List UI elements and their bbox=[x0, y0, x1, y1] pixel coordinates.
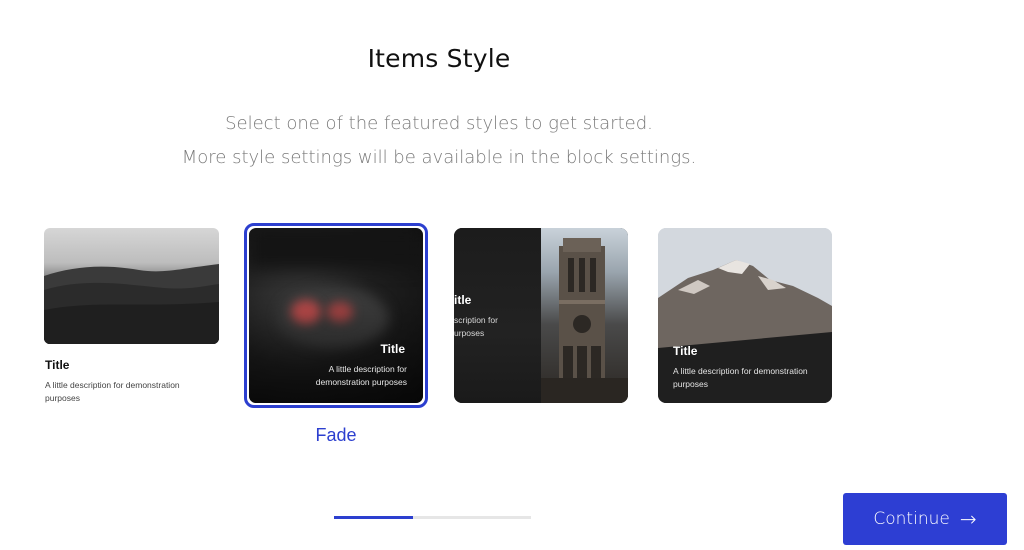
arrow-right-icon: → bbox=[959, 507, 977, 531]
subtitle-line-1: Select one of the featured styles to get… bbox=[225, 113, 653, 134]
card-title: Title bbox=[673, 344, 698, 358]
continue-label: Continue bbox=[873, 509, 950, 529]
card-fade-inner: Title A little description for demonstra… bbox=[249, 228, 423, 403]
continue-button[interactable]: Continue → bbox=[843, 493, 1007, 545]
progress-fill bbox=[334, 516, 413, 519]
card-description: A little description for demonstration p… bbox=[45, 380, 180, 403]
subtitle-line-2: More style settings will be available in… bbox=[181, 147, 697, 168]
card-description: scription for urposes bbox=[454, 315, 498, 338]
card-image-dunes bbox=[44, 228, 219, 344]
card-description: A little description for demonstration p… bbox=[673, 366, 808, 389]
style-card-fade[interactable]: Title A little description for demonstra… bbox=[244, 223, 428, 408]
progress-bar bbox=[334, 516, 531, 519]
card-image-cathedral bbox=[541, 228, 628, 403]
selected-style-label: Fade bbox=[315, 425, 357, 445]
card-title: Title bbox=[380, 342, 405, 356]
style-card-overlay[interactable]: Title A little description for demonstra… bbox=[658, 228, 832, 403]
page-title: Items Style bbox=[367, 44, 511, 73]
style-card-standard[interactable]: Title A little description for demonstra… bbox=[44, 228, 219, 403]
card-description: A little description for demonstration p… bbox=[315, 364, 407, 387]
card-title: Title bbox=[45, 358, 70, 372]
style-card-split[interactable]: itle scription for urposes bbox=[454, 228, 628, 403]
card-title: itle bbox=[454, 293, 472, 307]
